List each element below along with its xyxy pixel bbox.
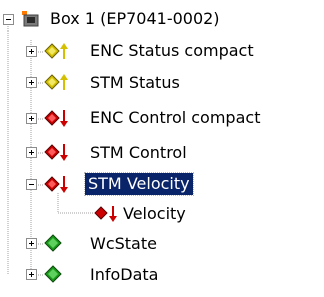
tree-item-wcstate[interactable]: WcState [87, 233, 160, 255]
input-arrow-up-icon [44, 42, 70, 62]
tree-item-stm-status[interactable]: STM Status [87, 72, 183, 94]
tree-item-velocity[interactable]: Velocity [120, 203, 189, 225]
item-expand-toggle[interactable] [26, 113, 37, 124]
output-variable-icon [94, 204, 120, 224]
output-arrow-down-icon [44, 109, 70, 129]
tree-root-label[interactable]: Box 1 (EP7041-0002) [47, 8, 223, 30]
green-diamond-icon [44, 265, 70, 285]
root-collapse-toggle[interactable] [3, 14, 14, 25]
output-arrow-down-icon [44, 175, 70, 195]
item-expand-toggle[interactable] [26, 77, 37, 88]
green-diamond-icon [44, 234, 70, 254]
output-arrow-down-icon [44, 143, 70, 163]
tree-item-stm-control[interactable]: STM Control [87, 142, 190, 164]
tree-item-stm-velocity[interactable]: STM Velocity [84, 172, 194, 196]
tree-item-enc-status-compact[interactable]: ENC Status compact [87, 40, 257, 62]
ethercat-box-icon [20, 10, 46, 30]
item-collapse-toggle[interactable] [26, 179, 37, 190]
tree-item-enc-control-compact[interactable]: ENC Control compact [87, 107, 263, 129]
tree-item-infodata[interactable]: InfoData [87, 264, 161, 286]
item-expand-toggle[interactable] [26, 147, 37, 158]
input-arrow-up-icon [44, 73, 70, 93]
item-expand-toggle[interactable] [26, 238, 37, 249]
item-expand-toggle[interactable] [26, 46, 37, 57]
item-expand-toggle[interactable] [26, 269, 37, 280]
io-tree: Box 1 (EP7041-0002) ENC Status compact S… [0, 0, 324, 297]
